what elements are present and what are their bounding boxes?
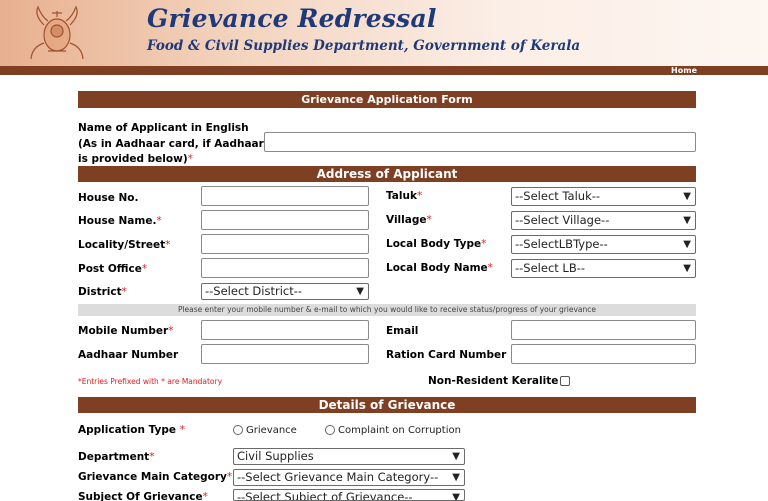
required-mark: *: [168, 325, 174, 337]
local-body-name-label-text: Local Body Name: [386, 262, 488, 274]
locality-input[interactable]: [201, 234, 369, 254]
site-header: Grievance Redressal Food & Civil Supplie…: [0, 0, 768, 66]
local-body-type-select[interactable]: --SelectLBType-- ▼: [511, 235, 696, 254]
chevron-down-icon: ▼: [683, 263, 691, 274]
required-mark: *: [416, 190, 423, 202]
required-mark: *: [141, 263, 148, 275]
home-link[interactable]: Home: [671, 66, 697, 75]
local-body-type-label: Local Body Type*: [386, 238, 486, 250]
applicant-name-label-line3: is provided below)*: [78, 153, 193, 165]
district-label: District*: [78, 286, 127, 298]
complaint-radio-label: Complaint on Corruption: [338, 425, 461, 436]
district-select[interactable]: --Select District-- ▼: [201, 283, 369, 300]
subject-select-value: --Select Subject of Grievance--: [237, 490, 413, 501]
nav-bar: Home: [0, 66, 768, 75]
department-label: Department*: [78, 451, 154, 463]
mobile-label: Mobile Number*: [78, 325, 173, 337]
page-title: Grievance Redressal: [147, 4, 437, 33]
application-type-label-text: Application Type: [78, 424, 177, 436]
kerala-emblem-icon: [30, 5, 84, 60]
local-body-type-label-text: Local Body Type: [386, 238, 482, 250]
application-type-label: Application Type *: [78, 424, 185, 436]
mobile-label-text: Mobile Number: [78, 325, 169, 337]
local-body-name-select[interactable]: --Select LB-- ▼: [511, 259, 696, 278]
chevron-down-icon: ▼: [683, 215, 691, 226]
applicant-name-input[interactable]: [264, 132, 696, 152]
applicant-name-label-line2: (As in Aadhaar card, if Aadhaar: [78, 138, 264, 150]
required-mark: *: [165, 239, 171, 251]
required-mark: *: [226, 471, 233, 483]
mobile-input[interactable]: [201, 320, 369, 340]
locality-label: Locality/Street*: [78, 239, 170, 251]
non-resident-checkbox[interactable]: [560, 376, 570, 386]
required-mark: *: [179, 424, 185, 436]
required-mark: *: [121, 286, 127, 298]
form-title-bar: Grievance Application Form: [78, 91, 696, 108]
contact-notice: Please enter your mobile number & e-mail…: [78, 304, 696, 316]
chevron-down-icon: ▼: [683, 191, 691, 202]
main-category-label-text: Grievance Main Category: [78, 471, 227, 483]
non-resident-label: Non-Resident Keralite: [428, 375, 559, 387]
email-input[interactable]: [511, 320, 696, 340]
details-section-bar: Details of Grievance: [78, 397, 696, 413]
subject-label: Subject Of Grievance*: [78, 491, 208, 501]
local-body-name-label: Local Body Name*: [386, 262, 493, 274]
department-label-text: Department: [78, 451, 150, 463]
village-label-text: Village: [386, 214, 427, 226]
required-mark: *: [187, 153, 193, 165]
house-name-label: House Name.*: [78, 215, 162, 227]
required-mark: *: [487, 262, 493, 274]
chevron-down-icon: ▼: [452, 451, 460, 462]
post-office-label: Post Office*: [78, 263, 147, 275]
aadhaar-label: Aadhaar Number: [78, 349, 179, 361]
chevron-down-icon: ▼: [683, 239, 691, 250]
required-mark: *: [426, 214, 432, 226]
required-mark: *: [156, 215, 162, 227]
taluk-label: Taluk*: [386, 190, 422, 202]
house-name-label-text: House Name.: [78, 215, 157, 227]
required-mark: *: [202, 491, 208, 501]
address-section-bar: Address of Applicant: [78, 166, 696, 182]
required-mark: *: [149, 451, 155, 463]
email-label: Email: [386, 325, 419, 337]
post-office-label-text: Post Office: [78, 263, 142, 275]
main-category-select-value: --Select Grievance Main Category--: [237, 470, 439, 484]
department-select[interactable]: Civil Supplies ▼: [233, 448, 465, 465]
house-no-input[interactable]: [201, 186, 369, 206]
post-office-input[interactable]: [201, 258, 369, 278]
district-label-text: District: [78, 286, 122, 298]
department-select-value: Civil Supplies: [237, 449, 314, 463]
village-select[interactable]: --Select Village-- ▼: [511, 211, 696, 230]
main-category-label: Grievance Main Category*: [78, 471, 232, 483]
lb-select-value: --Select LB--: [515, 261, 586, 275]
grievance-radio-label: Grievance: [246, 425, 297, 436]
complaint-radio[interactable]: [325, 425, 335, 435]
house-name-input[interactable]: [201, 210, 369, 230]
village-label: Village*: [386, 214, 432, 226]
ration-card-label: Ration Card Number: [386, 349, 507, 361]
applicant-name-label-text: is provided below): [78, 153, 188, 165]
taluk-select[interactable]: --Select Taluk-- ▼: [511, 187, 696, 206]
village-select-value: --Select Village--: [515, 213, 610, 227]
main-category-select[interactable]: --Select Grievance Main Category-- ▼: [233, 469, 465, 486]
page-subtitle: Food & Civil Supplies Department, Govern…: [147, 38, 581, 54]
subject-select[interactable]: --Select Subject of Grievance-- ▼: [233, 489, 465, 501]
subject-label-text: Subject Of Grievance: [78, 491, 203, 501]
applicant-name-label-line1: Name of Applicant in English: [78, 122, 249, 134]
locality-label-text: Locality/Street: [78, 239, 166, 251]
lb-type-select-value: --SelectLBType--: [515, 237, 608, 251]
taluk-select-value: --Select Taluk--: [515, 189, 601, 203]
district-select-value: --Select District--: [205, 284, 303, 298]
house-no-label: House No.: [78, 192, 139, 204]
required-mark: *: [481, 238, 487, 250]
grievance-radio[interactable]: [233, 425, 243, 435]
aadhaar-input[interactable]: [201, 344, 369, 364]
chevron-down-icon: ▼: [356, 286, 364, 297]
mandatory-note: *Entries Prefixed with * are Mandatory: [78, 377, 223, 386]
chevron-down-icon: ▼: [452, 472, 460, 483]
chevron-down-icon: ▼: [452, 492, 460, 501]
taluk-label-text: Taluk: [386, 190, 417, 202]
ration-card-input[interactable]: [511, 344, 696, 364]
